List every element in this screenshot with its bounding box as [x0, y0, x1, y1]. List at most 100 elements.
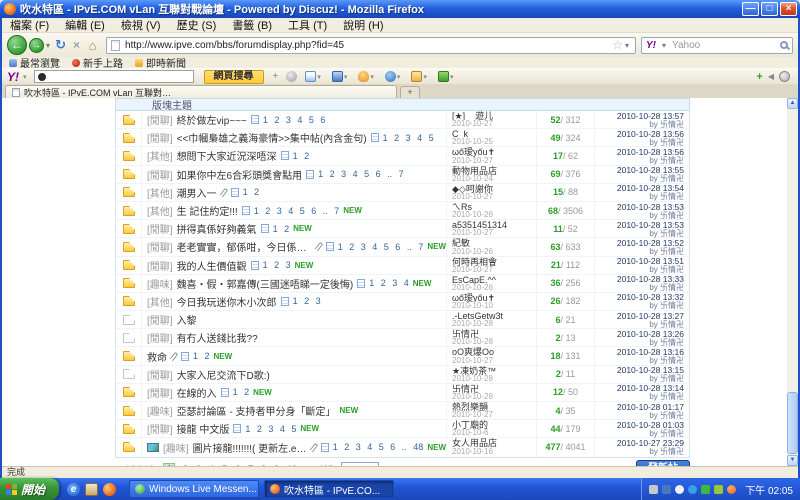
tray-antivirus-icon[interactable]: [714, 485, 723, 494]
thread-page-links[interactable]: 1 2 3 4 5: [245, 424, 296, 434]
history-dropdown-icon[interactable]: ▾: [46, 41, 50, 50]
new-badge: NEW: [293, 224, 312, 233]
thread-title-link[interactable]: 潮男入一: [177, 185, 217, 200]
show-desktop-icon[interactable]: [85, 483, 98, 496]
tray-messenger-icon[interactable]: [688, 485, 697, 494]
tray-device-icon[interactable]: [649, 485, 658, 494]
tray-security-icon[interactable]: [662, 485, 671, 494]
thread-page-links[interactable]: 1 2 3: [293, 296, 321, 306]
new-tab-button[interactable]: +: [400, 86, 420, 98]
scroll-down-arrow[interactable]: ▼: [787, 455, 798, 466]
yahoo-mail-icon[interactable]: [332, 71, 343, 82]
yahoo-folder-icon[interactable]: [411, 71, 422, 82]
search-magnifier-icon[interactable]: [780, 41, 788, 49]
search-bar[interactable]: Y! ▾ Yahoo: [641, 37, 793, 54]
yahoo-logo-dropdown-icon[interactable]: ▾: [23, 73, 27, 81]
scroll-up-arrow[interactable]: ▲: [787, 98, 798, 109]
back-button[interactable]: ←: [7, 35, 27, 55]
thread-page-links[interactable]: 1 2: [273, 224, 290, 234]
task-firefox[interactable]: 吹水特區 - IPvE.CO...: [264, 480, 394, 498]
restore-button[interactable]: □: [761, 2, 778, 16]
home-button[interactable]: ⌂: [84, 38, 101, 53]
search-placeholder[interactable]: Yahoo: [672, 40, 776, 51]
yahoo-logo[interactable]: Y!: [7, 70, 19, 84]
thread-title-link[interactable]: 今日我玩迷你木小次郎: [177, 294, 277, 309]
engine-dropdown-icon[interactable]: ▾: [662, 41, 666, 50]
yahoo-apps-icon[interactable]: [438, 71, 449, 82]
thread-title-link[interactable]: 圖片接龍!!!!!!!( 更新左.e+有嘢睇): [193, 440, 307, 455]
url-dropdown-icon[interactable]: ▾: [625, 41, 629, 50]
thread-page-links[interactable]: 1 2 3 4 5: [383, 133, 434, 143]
bookmark-star-icon[interactable]: ☆: [612, 39, 623, 51]
tray-network-icon[interactable]: [701, 485, 710, 494]
thread-title-link[interactable]: 我的人生價值觀: [177, 258, 247, 273]
menu-file[interactable]: 檔案 (F): [10, 17, 49, 33]
thread-title-link[interactable]: 大家入尼交流下D歌:): [177, 367, 270, 382]
menu-tools[interactable]: 工具 (T): [288, 17, 327, 33]
start-button[interactable]: 開始: [0, 478, 59, 500]
url-text[interactable]: http://www.ipve.com/bbs/forumdisplay.php…: [125, 40, 612, 51]
thread-title-link[interactable]: 在線的入: [177, 385, 217, 400]
tray-update-icon[interactable]: [727, 485, 736, 494]
thread-page-links[interactable]: 1 2: [243, 187, 260, 197]
scrollbar-thumb[interactable]: [787, 392, 798, 454]
ie-quicklaunch-icon[interactable]: e: [67, 483, 80, 496]
thread-page-links[interactable]: 1 2: [293, 151, 310, 161]
menu-view[interactable]: 檢視 (V): [121, 17, 161, 33]
thread-title-link[interactable]: 生 記住約定!!!: [177, 203, 238, 218]
thread-category: [閒聊]: [147, 312, 173, 327]
yahoo-web-search-button[interactable]: 網頁搜尋: [204, 70, 264, 84]
toolbar-collapse-icon[interactable]: ◀: [768, 72, 774, 81]
menu-help[interactable]: 說明 (H): [343, 17, 383, 33]
thread-page-links[interactable]: 1 2 3 4 5 6 .. 7: [318, 169, 404, 179]
thread-title-link[interactable]: 魏喜・假・郭嘉傳(三國迷唔睇一定後悔): [177, 276, 354, 291]
refresh-button[interactable]: ↻: [52, 37, 69, 53]
browser-viewport: 版塊主題 [閒聊] 終於做左vip~~~ 1 2 3 4 5 6 [★]__遊儿…: [2, 98, 798, 466]
yahoo-search-input[interactable]: [34, 70, 194, 83]
url-bar[interactable]: http://www.ipve.com/bbs/forumdisplay.php…: [106, 37, 636, 54]
thread-post-date: 2010-10-6: [452, 429, 536, 437]
menu-history[interactable]: 歷史 (S): [177, 17, 217, 33]
thread-page-links[interactable]: 1 2 3 4: [369, 278, 409, 288]
stop-button[interactable]: ×: [69, 38, 84, 52]
task-messenger[interactable]: Windows Live Messen...: [129, 480, 259, 498]
thread-title-link[interactable]: 拼得真係好夠義氣: [177, 221, 257, 236]
menu-bookmarks[interactable]: 書籤 (B): [232, 17, 272, 33]
thread-title-link[interactable]: 亞瑟討論區 - 支持者甲分身「斷定」: [177, 403, 336, 418]
minimize-button[interactable]: —: [742, 2, 759, 16]
menu-edit[interactable]: 編輯 (E): [65, 17, 105, 33]
thread-page-links[interactable]: 1 2: [233, 387, 250, 397]
thread-page-links[interactable]: 1 2 3: [263, 260, 291, 270]
tray-volume-icon[interactable]: [675, 485, 684, 494]
thread-title-link[interactable]: <<巾幗梟雄之義海豪情>>集中帖(內含金句): [177, 130, 367, 145]
thread-page-links[interactable]: 1 2 3 4 5 6 .. 48: [333, 442, 424, 452]
close-button[interactable]: ×: [780, 2, 797, 16]
view-count: / 13: [561, 333, 576, 343]
scrollbar[interactable]: ▲ ▼: [787, 98, 798, 466]
thread-title-link[interactable]: 有冇人送錢比我??: [177, 330, 258, 345]
thread-title-link[interactable]: 接龍 中文版: [177, 421, 230, 436]
yahoo-bookmarks-icon[interactable]: [305, 71, 316, 82]
topic-folder-icon: [123, 424, 135, 434]
thread-title-link[interactable]: 老老實實，郁係咁，今日係・・・: [177, 239, 312, 254]
toolbar-gear-icon[interactable]: [779, 71, 790, 82]
yahoo-answers-icon[interactable]: [385, 71, 396, 82]
toolbar-add-icon[interactable]: +: [756, 71, 762, 83]
yahoo-messenger-icon[interactable]: [286, 71, 297, 82]
tab-forum-page[interactable]: 吹水特區 - IPvE.COM vLan 互聯對…: [5, 85, 397, 98]
thread-page-links[interactable]: 1 2: [193, 351, 210, 361]
thread-page-links[interactable]: 1 2 3 4 5 6 .. 7: [338, 242, 424, 252]
thread-page-links[interactable]: 1 2 3 4 5 6: [263, 115, 326, 125]
yahoo-engine-icon[interactable]: Y!: [646, 40, 656, 51]
thread-page-links[interactable]: 1 2 3 4 5 6 .. 7: [254, 206, 340, 216]
thread-title-link[interactable]: 如果你中左6合彩頭獎會點用: [177, 167, 303, 182]
toolbar-pin-icon[interactable]: +: [273, 71, 279, 82]
thread-title-link[interactable]: 終於做左vip~~~: [177, 112, 247, 127]
thread-title-link[interactable]: 入黎: [177, 312, 197, 327]
yahoo-toolbar: Y! ▾ 網頁搜尋 + ▾ ▾ ▾ ▾ ▾ ▾ + ◀: [2, 68, 798, 84]
yahoo-alerts-icon[interactable]: [358, 71, 369, 82]
forward-button[interactable]: →: [29, 38, 44, 53]
thread-title-link[interactable]: 想問下大家近況深唔深: [177, 148, 277, 163]
thread-title-link[interactable]: 救命: [147, 349, 167, 364]
firefox-quicklaunch-icon[interactable]: [103, 483, 116, 496]
